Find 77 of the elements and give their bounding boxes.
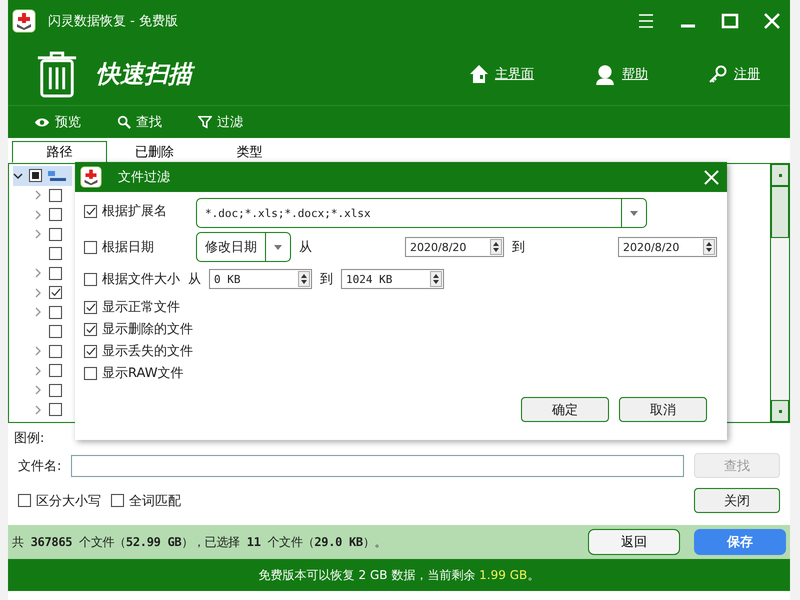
checkmark-icon [85, 324, 96, 334]
dialog-button[interactable]: 取消 [619, 397, 707, 422]
expand-icon[interactable] [13, 170, 23, 181]
spinner-arrows-icon[interactable] [490, 239, 502, 255]
checkmark-icon [85, 206, 96, 216]
trash-icon [36, 50, 78, 98]
scrollbar[interactable] [770, 164, 789, 422]
header-link[interactable]: 注册 [708, 64, 760, 84]
checkbox[interactable] [49, 306, 62, 319]
checkbox[interactable] [49, 228, 62, 241]
quota-text: 免费版本可以恢复 2 GB 数据，当前剩余 1.99 GB。 [258, 566, 540, 584]
checkbox[interactable] [49, 208, 62, 222]
option-checkbox[interactable]: 区分大小写 [18, 492, 101, 510]
checkbox[interactable] [49, 286, 62, 300]
option-checkbox[interactable]: 显示正常文件 [84, 296, 717, 318]
checkbox[interactable] [49, 364, 62, 378]
option-checkbox[interactable]: 显示删除的文件 [84, 318, 717, 340]
person-icon [594, 62, 616, 84]
close-button[interactable]: 关闭 [694, 488, 780, 513]
filter-checkbox[interactable]: 根据文件大小 [84, 266, 188, 292]
maximize-icon[interactable] [720, 11, 740, 31]
legend-label: 图例: [13, 430, 46, 447]
checkbox[interactable] [49, 325, 62, 338]
status-button[interactable]: 返回 [588, 529, 680, 555]
checkbox[interactable] [49, 403, 62, 416]
toolbar-button[interactable]: 过滤 [194, 113, 247, 131]
checkbox[interactable] [29, 169, 42, 182]
toolbar-button[interactable]: 查找 [113, 113, 166, 131]
from-label: 从 [188, 271, 201, 288]
date-type-dropdown[interactable]: 修改日期 [196, 232, 291, 262]
option-checkbox[interactable]: 显示丢失的文件 [84, 340, 717, 362]
option-checkbox[interactable]: 全词匹配 [111, 492, 181, 510]
checkbox[interactable] [49, 188, 62, 202]
filename-label: 文件名: [18, 458, 62, 474]
funnel-icon [198, 115, 212, 129]
status-text: 共 367865 个文件（52.99 GB），已选择 11 个文件（29.0 KB）。 [12, 534, 386, 550]
checkbox[interactable] [49, 344, 62, 358]
dropdown-arrow-icon [630, 210, 638, 216]
eye-icon [34, 116, 50, 128]
checkmark-icon [85, 346, 96, 356]
size-field[interactable]: 0 KB [209, 269, 312, 289]
size-field[interactable]: 1024 KB [341, 269, 444, 289]
checkbox[interactable] [49, 247, 62, 260]
checkbox[interactable] [49, 384, 62, 397]
close-icon[interactable] [762, 11, 782, 31]
extension-dropdown[interactable]: *.doc;*.xls;*.docx;*.xlsx [196, 198, 647, 228]
spinner-arrows-icon[interactable] [703, 239, 715, 255]
filter-checkbox[interactable]: 根据扩展名 [84, 198, 188, 224]
window-title: 闪灵数据恢复 - 免费版 [48, 13, 178, 30]
to-label: 到 [512, 239, 525, 256]
filter-checkbox[interactable]: 根据日期 [84, 234, 188, 260]
key-icon [708, 64, 728, 84]
close-icon[interactable] [704, 170, 719, 184]
header-link[interactable]: 帮助 [594, 62, 648, 84]
drive-icon [48, 170, 66, 182]
dialog-button[interactable]: 确定 [521, 397, 609, 422]
dropdown-arrow-icon [274, 244, 282, 250]
spinner-arrows-icon[interactable] [298, 271, 310, 287]
search-icon [117, 115, 131, 129]
toolbar-button[interactable]: 预览 [30, 113, 85, 131]
checkmark-icon [85, 302, 96, 312]
house-icon [469, 64, 489, 84]
app-logo-icon [12, 9, 36, 33]
checkmark-icon [50, 287, 61, 298]
checkbox[interactable] [49, 266, 62, 280]
tab[interactable]: 路径 [12, 141, 107, 163]
spinner-arrows-icon[interactable] [430, 271, 442, 287]
dialog-title: 文件过滤 [118, 169, 170, 186]
from-label: 从 [299, 239, 312, 256]
to-label: 到 [320, 271, 333, 288]
status-button[interactable]: 保存 [694, 529, 786, 555]
date-field[interactable]: 2020/8/20 [618, 237, 717, 257]
header-link[interactable]: 主界面 [469, 64, 534, 84]
filename-field[interactable] [71, 454, 684, 476]
app-logo-icon [80, 166, 102, 188]
option-checkbox[interactable]: 显示RAW文件 [84, 362, 717, 384]
date-field[interactable]: 2020/8/20 [405, 237, 504, 257]
